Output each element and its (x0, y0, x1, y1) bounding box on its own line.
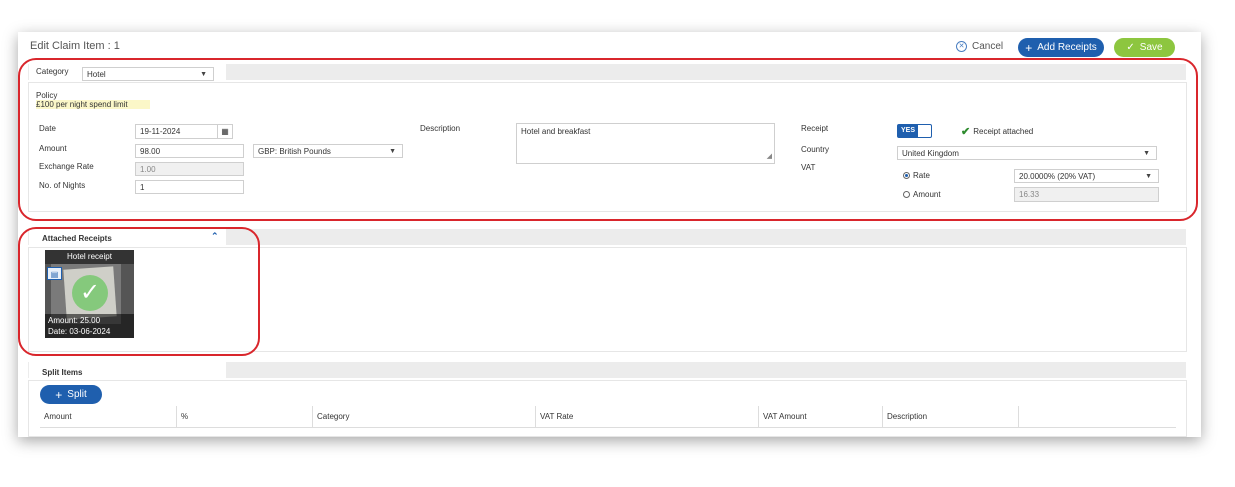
column-header-percent[interactable]: % (176, 406, 312, 427)
split-button[interactable]: + Split (40, 385, 102, 404)
add-receipts-label: Add Receipts (1037, 42, 1097, 53)
column-header-description[interactable]: Description (882, 406, 1018, 427)
highlight-item-box (18, 58, 1198, 221)
split-table-header: Amount % Category VAT Rate VAT Amount De… (40, 406, 1176, 428)
highlight-receipts-box (18, 227, 260, 356)
plus-icon: + (55, 387, 63, 402)
column-header-actions (1018, 406, 1166, 427)
cancel-label: Cancel (972, 41, 1004, 52)
check-icon: ✓ (1126, 42, 1135, 53)
column-header-category[interactable]: Category (312, 406, 535, 427)
column-header-vat-rate[interactable]: VAT Rate (535, 406, 758, 427)
cancel-button[interactable]: ✕ Cancel (956, 41, 1003, 52)
plus-icon: + (1025, 40, 1033, 55)
split-items-title: Split Items (42, 368, 83, 377)
save-button[interactable]: ✓ Save (1114, 38, 1175, 57)
cancel-icon: ✕ (956, 41, 967, 52)
save-label: Save (1139, 42, 1163, 53)
split-label: Split (67, 389, 87, 400)
column-header-amount[interactable]: Amount (40, 406, 176, 427)
dialog-title: Edit Claim Item : 1 (30, 40, 120, 52)
column-header-vat-amount[interactable]: VAT Amount (758, 406, 882, 427)
add-receipts-button[interactable]: + Add Receipts (1018, 38, 1104, 57)
